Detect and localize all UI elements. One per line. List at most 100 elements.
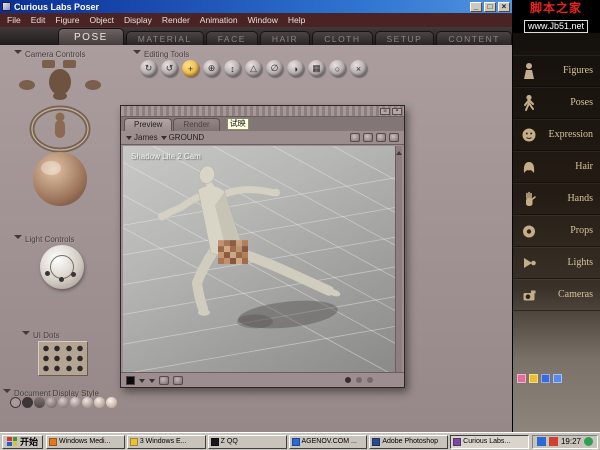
menu-display[interactable]: Display: [119, 13, 157, 27]
library-item-cameras[interactable]: Cameras: [513, 279, 600, 311]
color-tool[interactable]: ◑: [287, 60, 304, 77]
translate-pull-tool[interactable]: +: [182, 60, 199, 77]
ui-dot[interactable]: [52, 364, 62, 373]
tray-network-icon[interactable]: [537, 437, 546, 446]
ui-dot[interactable]: [64, 364, 74, 373]
tab-face[interactable]: FACE: [206, 31, 258, 45]
light-controls-label[interactable]: Light Controls: [14, 235, 74, 244]
rotate-tool[interactable]: ↻: [140, 60, 157, 77]
taskbar-button-qq[interactable]: Z QQ: [208, 435, 287, 449]
browse-icon[interactable]: [541, 374, 550, 383]
light-indicator-icon[interactable]: [71, 272, 76, 277]
tray-status-icon[interactable]: [584, 437, 593, 446]
title-bar[interactable]: Curious Labs Poser _ □ ×: [0, 0, 512, 13]
menu-help[interactable]: Help: [283, 13, 310, 27]
library-item-hair[interactable]: Hair: [513, 151, 600, 183]
favorites-icon[interactable]: [517, 374, 526, 383]
menu-window[interactable]: Window: [243, 13, 283, 27]
ui-dot[interactable]: [41, 364, 51, 373]
display-style-hidden-line[interactable]: [46, 397, 57, 408]
viewport[interactable]: Shadow Lite 2 Cam: [123, 146, 395, 372]
tab-hair[interactable]: HAIR: [260, 31, 310, 45]
ui-dot[interactable]: [64, 344, 74, 353]
actor-menu[interactable]: James: [126, 132, 158, 143]
tab-pose[interactable]: POSE: [58, 28, 124, 45]
tray-antivirus-icon[interactable]: [549, 437, 558, 446]
page-dot[interactable]: [345, 377, 351, 383]
taskbar-button-poser[interactable]: Curious Labs...: [450, 435, 529, 449]
tab-content[interactable]: CONTENT: [436, 31, 512, 45]
display-style-silhouette[interactable]: [22, 397, 33, 408]
scale-tool[interactable]: ↕: [224, 60, 241, 77]
maximize-button-icon[interactable]: □: [484, 2, 496, 12]
ui-dot[interactable]: [75, 344, 85, 353]
ui-dot[interactable]: [52, 344, 62, 353]
camera-view-icon[interactable]: [363, 133, 373, 142]
window-collapse-icon[interactable]: ▪: [392, 108, 402, 115]
document-window-titlebar[interactable]: ≡ ▪: [121, 106, 404, 117]
library-item-poses[interactable]: Poses: [513, 87, 600, 119]
camera-controls-label[interactable]: Camera Controls: [14, 50, 85, 59]
ui-dot[interactable]: [52, 354, 62, 363]
ui-dot[interactable]: [75, 364, 85, 373]
background-color-swatch[interactable]: [126, 376, 135, 385]
library-item-props[interactable]: Props: [513, 215, 600, 247]
close-button-icon[interactable]: ×: [498, 2, 510, 12]
folder-up-icon[interactable]: [529, 374, 538, 383]
display-style-lit-wireframe[interactable]: [58, 397, 69, 408]
taskbar-button-explorer-group[interactable]: 3 Windows E...: [127, 435, 206, 449]
prop-menu[interactable]: GROUND: [161, 132, 205, 143]
ui-dot[interactable]: [75, 354, 85, 363]
light-controls[interactable]: [40, 245, 84, 289]
ui-dot[interactable]: [64, 354, 74, 363]
camera-view-icon[interactable]: [376, 133, 386, 142]
menu-edit[interactable]: Edit: [26, 13, 51, 27]
window-menu-icon[interactable]: ≡: [380, 108, 390, 115]
library-item-hands[interactable]: Hands: [513, 183, 600, 215]
tab-cloth[interactable]: CLOTH: [312, 31, 372, 45]
display-style-texture-shaded[interactable]: [106, 397, 117, 408]
tab-setup[interactable]: SETUP: [375, 31, 435, 45]
ui-dots-label[interactable]: UI Dots: [22, 331, 60, 340]
menu-object[interactable]: Object: [84, 13, 119, 27]
taper-tool[interactable]: △: [245, 60, 262, 77]
tab-preview[interactable]: Preview: [124, 118, 172, 131]
tracking-mode-icon[interactable]: [173, 376, 183, 385]
display-style-flat-lined[interactable]: [82, 397, 93, 408]
dropdown-arrow-icon[interactable]: [149, 379, 155, 386]
taskbar-button-agenov[interactable]: AGENOV.COM ...: [289, 435, 368, 449]
library-item-expression[interactable]: Expression: [513, 119, 600, 151]
ui-dot[interactable]: [41, 344, 51, 353]
twist-tool[interactable]: ↺: [161, 60, 178, 77]
display-style-wireframe[interactable]: [34, 397, 45, 408]
library-item-lights[interactable]: Lights: [513, 247, 600, 279]
menu-figure[interactable]: Figure: [50, 13, 84, 27]
camera-controls[interactable]: [16, 59, 104, 214]
menu-animation[interactable]: Animation: [195, 13, 243, 27]
menu-render[interactable]: Render: [157, 13, 195, 27]
camera-name-label[interactable]: Shadow Lite 2 Cam: [131, 152, 201, 161]
start-button[interactable]: 开始: [2, 435, 43, 449]
depth-cue-icon[interactable]: [159, 376, 169, 385]
dropdown-arrow-icon[interactable]: [139, 379, 145, 386]
tab-material[interactable]: MATERIAL: [126, 31, 204, 45]
ui-dot[interactable]: [41, 354, 51, 363]
grouping-tool[interactable]: ▦: [308, 60, 325, 77]
taskbar-button-photoshop[interactable]: Adobe Photoshop: [369, 435, 448, 449]
viewport-side-strip[interactable]: [395, 146, 402, 372]
display-style-outline[interactable]: [10, 397, 21, 408]
taskbar-button-windows-media[interactable]: Windows Medi...: [46, 435, 125, 449]
tab-render[interactable]: Render: [173, 118, 219, 131]
clock[interactable]: 19:27: [561, 437, 581, 446]
chain-break-tool[interactable]: ∅: [266, 60, 283, 77]
morphing-tool[interactable]: ×: [350, 60, 367, 77]
camera-view-icon[interactable]: [389, 133, 399, 142]
page-dot[interactable]: [356, 377, 362, 383]
page-dot[interactable]: [367, 377, 373, 383]
display-style-flat-shaded[interactable]: [70, 397, 81, 408]
translate-inout-tool[interactable]: ⊕: [203, 60, 220, 77]
camera-view-icon[interactable]: [350, 133, 360, 142]
light-indicator-icon[interactable]: [59, 277, 64, 282]
minimize-button-icon[interactable]: _: [470, 2, 482, 12]
library-item-figures[interactable]: Figures: [513, 55, 600, 87]
